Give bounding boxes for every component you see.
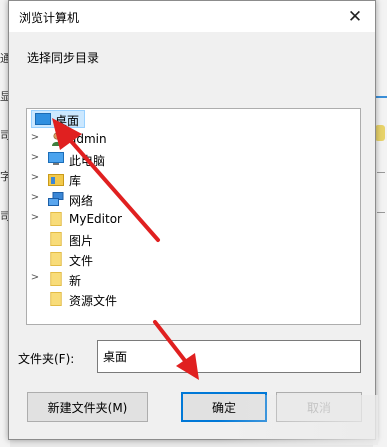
chevron-right-icon[interactable]: > [30,152,40,163]
tree-item-label: 此电脑 [69,154,106,168]
tree-item-label: MyEditor [69,212,122,226]
chevron-right-icon[interactable]: > [30,212,40,223]
tree-item-myeditor[interactable]: > MyEditor [27,209,360,229]
tree-item-resources[interactable]: 资源文件 [27,289,360,309]
new-folder-button-label: 新建文件夹(M) [47,400,128,415]
library-icon [48,174,64,186]
tree-item-label: 桌面 [55,114,80,128]
computer-icon [48,152,64,165]
chevron-right-icon[interactable]: > [30,172,40,183]
folder-input[interactable] [97,340,361,373]
folder-icon [50,212,62,226]
tree-item-admin[interactable]: > admin [27,129,360,149]
tree-item-label: 图片 [69,234,94,248]
tree-item-files[interactable]: 文件 [27,249,360,269]
folder-icon [50,232,62,246]
folder-icon [50,292,62,306]
chevron-right-icon[interactable]: > [30,272,40,283]
folder-icon [50,272,62,286]
folder-tree[interactable]: 桌面 > admin > 此电脑 > 库 > 网络 > MyEditor 图片 … [26,108,361,325]
browse-computer-dialog: 浏览计算机 ✕ 选择同步目录 桌面 > admin > 此电脑 > 库 > 网络… [8,0,376,440]
new-folder-button[interactable]: 新建文件夹(M) [27,392,148,422]
chevron-right-icon[interactable]: > [30,132,40,143]
tree-item-this-pc[interactable]: > 此电脑 [27,149,360,169]
chevron-right-icon[interactable]: > [30,192,40,203]
close-button[interactable]: ✕ [335,1,375,32]
tree-item-label: 文件 [69,254,94,268]
watermark-overlay [218,395,378,445]
tree-item-label: admin [69,132,107,146]
tree-item-label: 资源文件 [69,294,118,308]
tree-item-label: 库 [69,174,82,188]
dialog-title: 浏览计算机 [19,11,80,25]
tree-item-label: 网络 [69,194,94,208]
close-icon: ✕ [347,6,363,27]
desktop-icon [35,113,51,125]
folder-field-label: 文件夹(F): [18,352,75,366]
tree-item-library[interactable]: > 库 [27,169,360,189]
user-icon [52,132,62,146]
tree-item-network[interactable]: > 网络 [27,189,360,209]
background-accent-line [375,96,387,98]
instruction-text: 选择同步目录 [27,51,100,65]
tree-item-pictures[interactable]: 图片 [27,229,360,249]
tree-item-desktop[interactable]: 桌面 [27,109,360,129]
background-badge [375,125,385,141]
network-icon [48,192,64,206]
tree-item-label: 新 [69,274,82,288]
tree-item-new[interactable]: > 新 [27,269,360,289]
folder-icon [50,252,62,266]
title-bar[interactable]: 浏览计算机 ✕ [9,1,375,32]
